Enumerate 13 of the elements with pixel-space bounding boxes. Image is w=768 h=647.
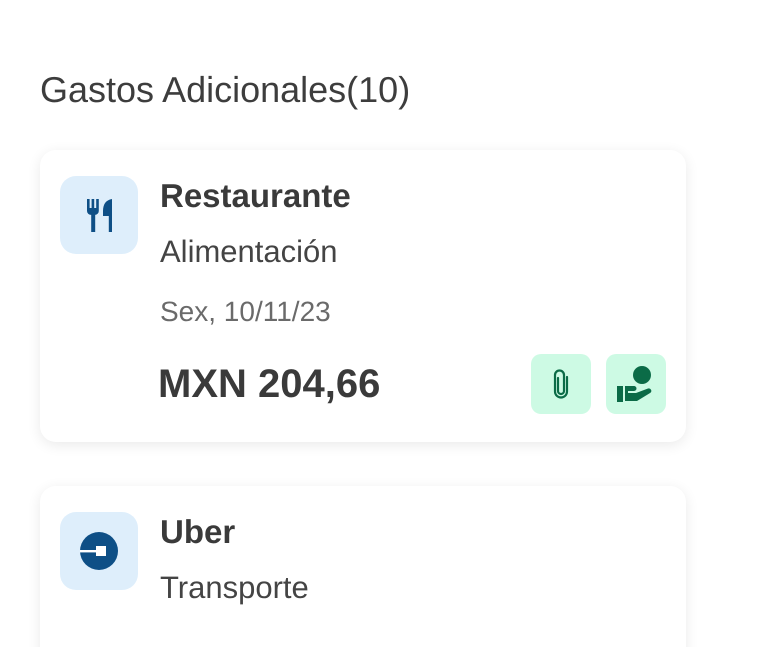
expense-card[interactable]: Uber Transporte: [40, 486, 686, 647]
fork-knife-icon: [86, 198, 112, 232]
reimbursement-button[interactable]: [606, 354, 666, 414]
expense-name: Restaurante: [160, 176, 351, 216]
expense-date: Sex, 10/11/23: [160, 295, 331, 329]
section-title: Gastos Adicionales(10): [40, 68, 410, 112]
expense-category: Transporte: [160, 570, 309, 606]
expense-category: Alimentación: [160, 234, 338, 270]
expense-card[interactable]: Restaurante Alimentación Sex, 10/11/23 MXN 204,66: [40, 150, 686, 442]
attachment-button[interactable]: [531, 354, 591, 414]
expense-name: Uber: [160, 512, 236, 552]
expense-amount: MXN 204,66: [158, 361, 380, 407]
paperclip-icon: [553, 369, 569, 399]
